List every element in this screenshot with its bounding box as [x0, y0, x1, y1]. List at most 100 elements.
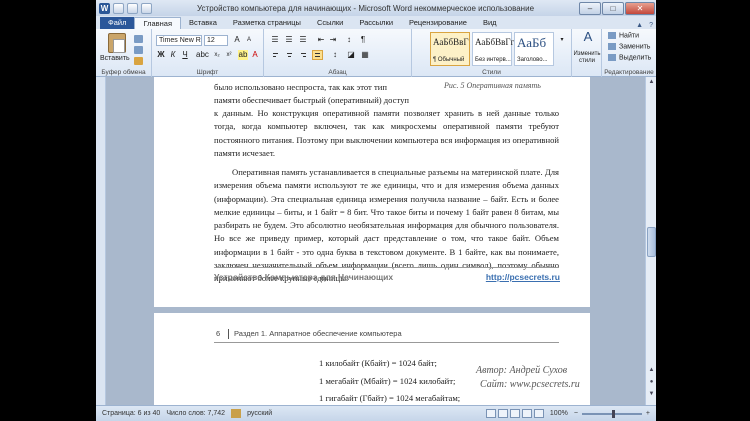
word-logo-icon[interactable]: W: [99, 2, 110, 14]
subscript-icon[interactable]: x₂: [212, 50, 222, 60]
find-label: Найти: [619, 32, 639, 40]
underline-button[interactable]: Ч: [180, 50, 190, 60]
tab-mailings[interactable]: Рассылки: [351, 17, 401, 29]
style-sample: АаБбВвГ: [433, 37, 469, 47]
paragraph: к данным. Но конструкция оперативной пам…: [214, 108, 559, 158]
sort-icon[interactable]: ↕: [344, 35, 354, 45]
replace-label: Заменить: [619, 43, 651, 51]
vertical-scrollbar[interactable]: ▲ ▲ ● ▼: [645, 77, 656, 405]
align-left-icon[interactable]: [270, 50, 281, 60]
style-heading[interactable]: АаБб Заголово...: [514, 32, 554, 66]
line-spacing-icon[interactable]: ↕: [330, 50, 340, 60]
save-icon[interactable]: [113, 2, 124, 14]
redo-icon[interactable]: [141, 2, 152, 14]
grow-font-icon[interactable]: A: [232, 35, 242, 45]
paste-button[interactable]: Вставить: [100, 55, 130, 62]
help-icon[interactable]: ?: [649, 22, 653, 29]
style-name: Без интерв...: [475, 57, 511, 63]
prev-page-icon[interactable]: ▲: [647, 365, 656, 375]
style-normal[interactable]: АаБбВвГ ¶ Обычный: [430, 32, 470, 66]
increase-indent-icon[interactable]: ⇥: [328, 35, 338, 45]
replace-icon: [608, 43, 616, 50]
styles-group: АаБбВвГ ¶ Обычный АаБбВвГг Без интерв...…: [412, 29, 572, 77]
browse-object-icon[interactable]: ●: [647, 377, 656, 387]
vertical-ruler: [96, 77, 106, 405]
zoom-level[interactable]: 100%: [550, 410, 568, 417]
scroll-thumb[interactable]: [647, 227, 656, 257]
justify-icon[interactable]: [312, 50, 323, 60]
align-center-icon[interactable]: [284, 50, 295, 60]
style-sample: АаБбВвГг: [475, 37, 515, 47]
zoom-out-icon[interactable]: −: [574, 410, 578, 417]
borders-icon[interactable]: ▦: [360, 50, 370, 60]
zoom-slider[interactable]: [581, 409, 642, 418]
close-button[interactable]: ✕: [625, 1, 655, 15]
text-line: 1 мегабайт (Мбайт) = 1024 килобайт;: [319, 376, 456, 386]
page[interactable]: было использовано неспроста, так как это…: [154, 77, 590, 307]
zoom-in-icon[interactable]: +: [646, 410, 650, 417]
copy-icon[interactable]: [134, 46, 143, 54]
draft-icon[interactable]: [533, 409, 544, 418]
decrease-indent-icon[interactable]: ⇤: [316, 35, 326, 45]
text-line: 1 килобайт (Кбайт) = 1024 байт;: [319, 358, 437, 368]
replace-button[interactable]: Заменить: [608, 43, 650, 50]
bullets-icon[interactable]: ☰: [270, 35, 280, 45]
style-name: Заголово...: [517, 57, 548, 63]
cut-icon[interactable]: [134, 35, 143, 43]
next-page-icon[interactable]: ▼: [647, 389, 656, 399]
tab-insert[interactable]: Вставка: [181, 17, 225, 29]
find-icon: [608, 32, 616, 39]
page[interactable]: 6 Раздел 1. Аппаратное обеспечение компь…: [154, 313, 590, 405]
numbering-icon[interactable]: ☰: [284, 35, 294, 45]
change-styles-group: A Изменить стили: [572, 29, 602, 77]
maximize-button[interactable]: □: [602, 1, 624, 15]
find-button[interactable]: Найти: [608, 32, 639, 39]
highlight-icon[interactable]: ab: [238, 50, 248, 60]
minimize-button[interactable]: –: [579, 1, 601, 15]
paste-icon[interactable]: [108, 33, 126, 53]
editing-group: Найти Заменить Выделить Редактирование: [602, 29, 656, 77]
style-name: ¶ Обычный: [433, 57, 465, 63]
word-count[interactable]: Число слов: 7,742: [166, 410, 225, 417]
change-styles-icon[interactable]: A: [581, 30, 595, 43]
styles-scroll-icon[interactable]: ▾: [557, 35, 567, 45]
align-right-icon[interactable]: [298, 50, 309, 60]
shading-icon[interactable]: ◪: [346, 50, 356, 60]
full-screen-icon[interactable]: [497, 409, 508, 418]
font-color-icon[interactable]: A: [250, 50, 260, 60]
style-no-spacing[interactable]: АаБбВвГг Без интерв...: [472, 32, 515, 66]
page-count[interactable]: Страница: 6 из 40: [102, 410, 160, 417]
undo-icon[interactable]: [127, 2, 138, 14]
format-painter-icon[interactable]: [134, 57, 143, 65]
font-size-select[interactable]: 12: [204, 35, 228, 46]
multilevel-list-icon[interactable]: ☰: [298, 35, 308, 45]
tab-home[interactable]: Главная: [134, 17, 181, 29]
tab-review[interactable]: Рецензирование: [401, 17, 475, 29]
footer-link[interactable]: http://pcsecrets.ru: [486, 272, 560, 282]
window-title: Устройство компьютера для начинающих - M…: [196, 3, 535, 13]
select-icon: [608, 54, 616, 61]
proofing-icon[interactable]: [231, 409, 242, 418]
show-marks-icon[interactable]: ¶: [358, 35, 368, 45]
tab-references[interactable]: Ссылки: [309, 17, 351, 29]
tab-view[interactable]: Вид: [475, 17, 505, 29]
superscript-icon[interactable]: x²: [224, 50, 234, 60]
bold-button[interactable]: Ж: [156, 50, 166, 60]
font-group-label: Шрифт: [196, 69, 219, 76]
title-bar: W Устройство компьютера для начинающих -…: [96, 0, 656, 16]
outline-icon[interactable]: [521, 409, 532, 418]
tab-page-layout[interactable]: Разметка страницы: [225, 17, 309, 29]
font-name-select[interactable]: Times New Rc: [156, 35, 202, 46]
italic-button[interactable]: К: [168, 50, 178, 60]
scroll-up-icon[interactable]: ▲: [647, 77, 656, 87]
print-layout-icon[interactable]: [485, 409, 496, 418]
web-layout-icon[interactable]: [509, 409, 520, 418]
change-styles-button[interactable]: Изменить стили: [573, 51, 601, 65]
strikethrough-icon[interactable]: abc: [196, 50, 209, 60]
language[interactable]: русский: [247, 410, 272, 417]
select-button[interactable]: Выделить: [608, 54, 651, 61]
tab-file[interactable]: Файл: [100, 17, 135, 29]
shrink-font-icon[interactable]: A: [244, 35, 254, 45]
collapse-ribbon-icon[interactable]: ▲: [636, 22, 643, 29]
document-area[interactable]: было использовано неспроста, так как это…: [106, 77, 645, 405]
